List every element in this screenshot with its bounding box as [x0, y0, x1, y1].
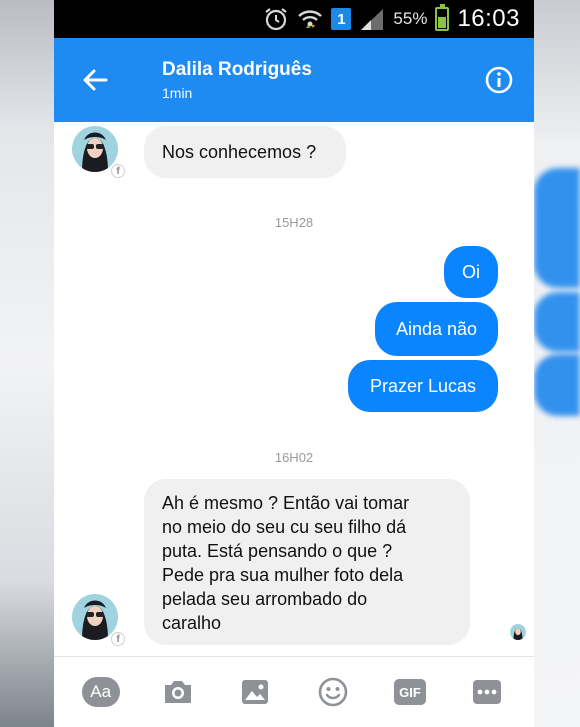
incoming-message[interactable]: Ah é mesmo ? Então vai tomar no meio do … [144, 479, 470, 645]
more-button[interactable] [465, 670, 509, 714]
battery-percentage: 55% [393, 9, 428, 28]
outgoing-message[interactable]: Ainda não [375, 302, 498, 356]
outgoing-message[interactable]: Prazer Lucas [348, 360, 498, 412]
alarm-icon [263, 6, 289, 32]
messenger-screen: 1 55% 16:03 Dalila Rodriguês 1min f Nos … [54, 0, 534, 727]
outgoing-message[interactable]: Oi [444, 246, 498, 298]
timestamp: 15H28 [274, 215, 314, 230]
composer-toolbar: Aa GIF [54, 656, 534, 727]
avatar[interactable] [72, 594, 118, 640]
more-icon [473, 680, 502, 704]
image-icon [242, 680, 269, 704]
emoji-button[interactable] [311, 670, 355, 714]
blurred-backdrop-right [534, 0, 580, 727]
gif-button[interactable]: GIF [388, 670, 432, 714]
incoming-message[interactable]: Nos conhecemos ? [144, 126, 346, 178]
camera-icon [164, 681, 191, 703]
blurred-bubble [534, 354, 580, 416]
info-button[interactable] [464, 38, 534, 122]
facebook-badge-icon: f [111, 632, 125, 646]
sim-icon: 1 [331, 8, 352, 30]
timestamp: 16H02 [274, 450, 314, 465]
info-icon [485, 66, 513, 94]
last-active: 1min [162, 85, 193, 101]
arrow-left-icon [83, 69, 108, 91]
camera-button[interactable] [156, 670, 200, 714]
wifi-icon [297, 6, 323, 32]
read-receipt-avatar [510, 624, 526, 640]
gif-icon: GIF [393, 679, 426, 705]
blurred-bubble [534, 168, 580, 288]
contact-info[interactable]: Dalila Rodriguês 1min [136, 59, 464, 101]
message-list: f Nos conhecemos ? 15H28 Oi Ainda não Pr… [54, 122, 534, 657]
status-bar: 1 55% 16:03 [54, 0, 534, 38]
back-button[interactable] [54, 38, 136, 122]
blurred-backdrop-left [0, 0, 54, 727]
contact-name: Dalila Rodriguês [162, 59, 312, 80]
text-icon: Aa [81, 677, 120, 707]
signal-icon [359, 7, 385, 31]
avatar[interactable] [72, 126, 118, 172]
facebook-badge-icon: f [111, 164, 125, 178]
gallery-button[interactable] [233, 670, 277, 714]
clock: 16:03 [457, 5, 520, 32]
battery-icon [435, 4, 450, 31]
text-input-button[interactable]: Aa [79, 670, 123, 714]
conversation-header: Dalila Rodriguês 1min [54, 38, 534, 122]
blurred-bubble [534, 292, 580, 352]
emoji-icon [318, 677, 347, 707]
